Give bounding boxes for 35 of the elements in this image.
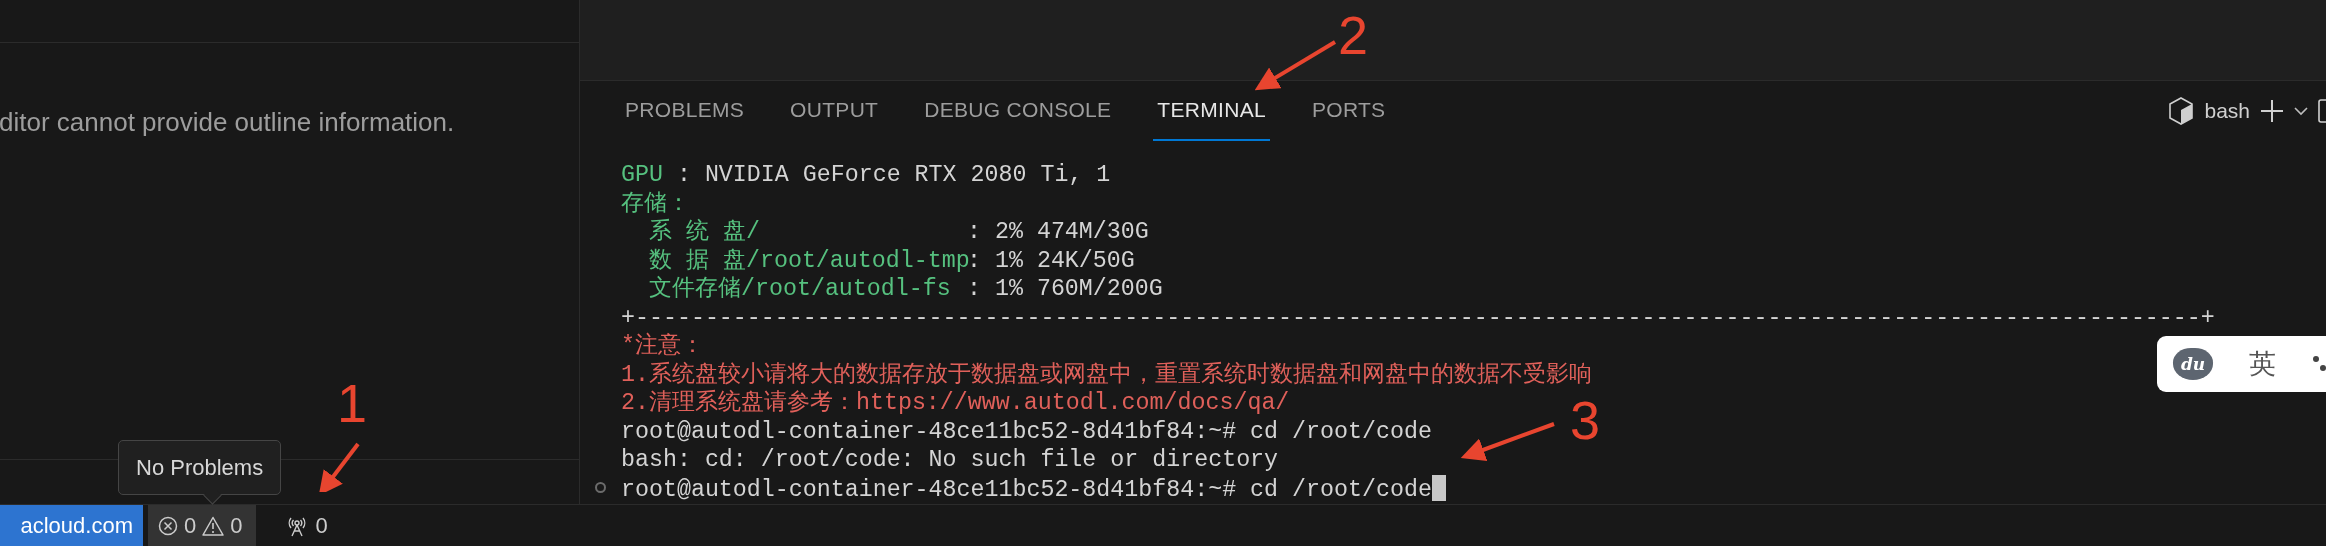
- terminal-line: GPU : NVIDIA GeForce RTX 2080 Ti, 1: [621, 162, 1111, 188]
- outline-message: ditor cannot provide outline information.: [0, 107, 456, 138]
- panel-tab[interactable]: OUTPUT: [786, 81, 883, 141]
- terminal-line: root@autodl-container-48ce11bc52-8d41bf84:~# cd /root/code: [621, 476, 1432, 503]
- terminal-line: bash: cd: /root/code: No such file or directory: [621, 447, 1279, 473]
- annotation-number: 2: [1338, 8, 1369, 62]
- terminal-line: 数 据 盘/root/autodl-tmp: 1% 24K/50G: [648, 247, 1135, 274]
- terminal-line: +----------------------------------------------------------------------------------------------------------------+: [621, 304, 2215, 331]
- tooltip: No Problems: [118, 440, 282, 504]
- terminal-line: *注意：: [621, 333, 704, 359]
- annotation-number: 3: [1570, 393, 1601, 447]
- ime-mode-button[interactable]: 英: [2249, 346, 2276, 382]
- panel-tab[interactable]: TERMINAL: [1153, 81, 1270, 141]
- annotation-arrow: [318, 440, 362, 492]
- chevron-down-icon[interactable]: [2294, 106, 2308, 116]
- plus-icon[interactable]: [2260, 99, 2284, 123]
- terminal-line: 2.清理系统盘请参考：https://www.autodl.com/docs/qa/: [621, 390, 1290, 416]
- panel-tab[interactable]: PROBLEMS: [621, 81, 749, 141]
- dots-icon[interactable]: [2312, 354, 2326, 374]
- terminal-line: 系 统 盘/ : 2% 474M/30G: [648, 219, 1149, 245]
- terminal-line: 存储：: [621, 190, 690, 217]
- terminal-line: 1.系统盘较小请将大的数据存放于数据盘或网盘中，重置系统时数据盘和网盘中的数据不受影响: [621, 361, 1592, 388]
- panel-tab[interactable]: DEBUG CONSOLE: [920, 81, 1116, 141]
- problems-status-button[interactable]: 0 0: [148, 505, 256, 546]
- terminal-line: root@autodl-container-48ce11bc52-8d41bf84:~# cd /root/code: [621, 418, 1432, 445]
- ports-status-button[interactable]: 0: [277, 505, 336, 546]
- ime-logo[interactable]: du: [2173, 348, 2213, 380]
- panel-tab[interactable]: PORTS: [1307, 81, 1390, 141]
- warning-icon: [202, 515, 225, 536]
- annotation-number: 1: [337, 376, 368, 430]
- terminal-profile-button[interactable]: bash: [2168, 97, 2250, 125]
- terminal-line: 文件存储/root/autodl-fs : 1% 760M/200G: [648, 276, 1163, 302]
- error-icon: [158, 515, 178, 536]
- bash-cube-icon: [2168, 97, 2195, 125]
- remote-host-button[interactable]: acloud.com: [0, 505, 143, 546]
